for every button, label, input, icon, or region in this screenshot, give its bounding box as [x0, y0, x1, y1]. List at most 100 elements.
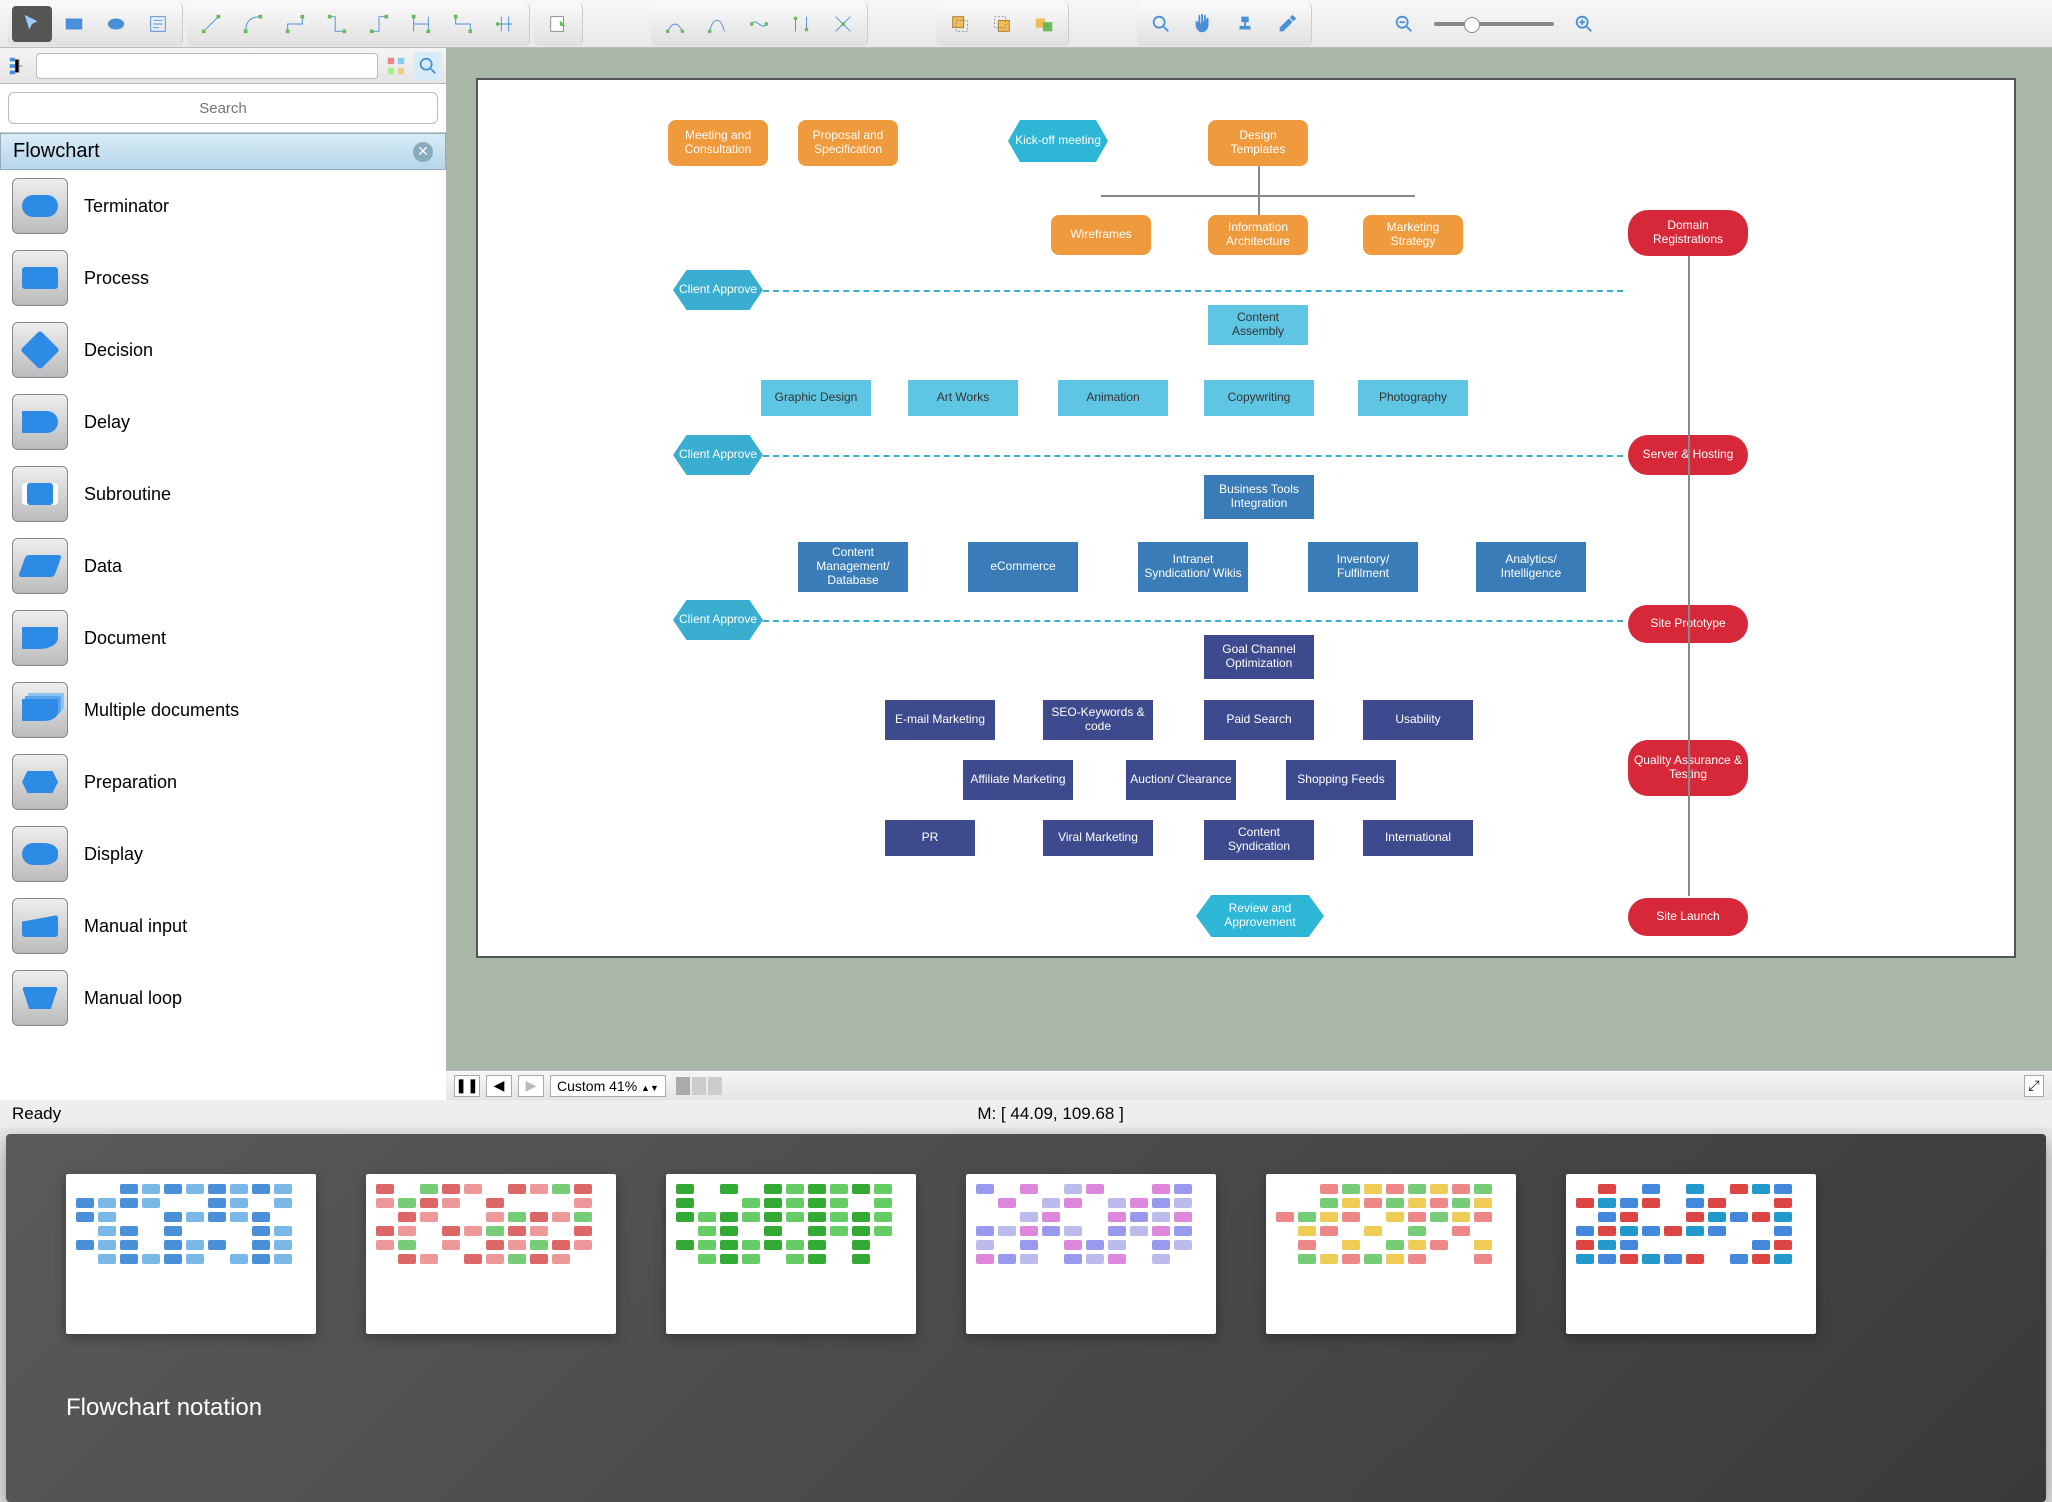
node-email[interactable]: E-mail Marketing: [885, 700, 995, 740]
shape-item-prep[interactable]: Preparation: [0, 746, 446, 818]
zoom-tool[interactable]: [1141, 6, 1181, 42]
prev-page-button[interactable]: ◀: [486, 1075, 512, 1097]
gallery-thumb-6[interactable]: [1566, 1174, 1816, 1334]
node-auction[interactable]: Auction/ Clearance: [1126, 760, 1236, 800]
node-design[interactable]: Design Templates: [1208, 120, 1308, 166]
gallery-thumb-2[interactable]: [366, 1174, 616, 1334]
node-biztools[interactable]: Business Tools Integration: [1204, 475, 1314, 519]
shape-item-decision[interactable]: Decision: [0, 314, 446, 386]
shape-label: Terminator: [84, 196, 169, 217]
node-animation[interactable]: Animation: [1058, 380, 1168, 416]
rectangle-tool[interactable]: [54, 6, 94, 42]
node-pr[interactable]: PR: [885, 820, 975, 856]
layer-group-tool[interactable]: [1024, 6, 1064, 42]
ellipse-tool[interactable]: [96, 6, 136, 42]
text-tool[interactable]: [138, 6, 178, 42]
node-ecom[interactable]: eCommerce: [968, 542, 1078, 592]
curve-tool-3[interactable]: [739, 6, 779, 42]
gallery-thumb-5[interactable]: [1266, 1174, 1516, 1334]
pointer-tool[interactable]: [12, 6, 52, 42]
pause-button[interactable]: ❚❚: [454, 1075, 480, 1097]
node-launch[interactable]: Site Launch: [1628, 898, 1748, 936]
node-domain[interactable]: Domain Registrations: [1628, 210, 1748, 256]
search-input[interactable]: [8, 92, 438, 124]
close-icon[interactable]: ✕: [413, 142, 433, 162]
gallery-thumb-4[interactable]: [966, 1174, 1216, 1334]
connector-tool-6[interactable]: [401, 6, 441, 42]
shape-item-multidoc[interactable]: Multiple documents: [0, 674, 446, 746]
node-seo[interactable]: SEO-Keywords & code: [1043, 700, 1153, 740]
gallery-thumb-1[interactable]: [66, 1174, 316, 1334]
node-artworks[interactable]: Art Works: [908, 380, 1018, 416]
connector-tool-2[interactable]: [233, 6, 273, 42]
tree-view-icon[interactable]: [4, 52, 32, 80]
shape-item-minput[interactable]: Manual input: [0, 890, 446, 962]
page-thumb[interactable]: [676, 1077, 690, 1095]
node-affiliate[interactable]: Affiliate Marketing: [963, 760, 1073, 800]
node-kickoff[interactable]: Kick-off meeting: [1008, 120, 1108, 162]
shape-item-document[interactable]: Document: [0, 602, 446, 674]
node-approve-2[interactable]: Client Approve: [673, 435, 763, 475]
align-tool-1[interactable]: [781, 6, 821, 42]
drawing-canvas[interactable]: Meeting and Consultation Proposal and Sp…: [476, 78, 2016, 958]
node-cms[interactable]: Content Management/ Database: [798, 542, 908, 592]
node-viral[interactable]: Viral Marketing: [1043, 820, 1153, 856]
shape-item-display[interactable]: Display: [0, 818, 446, 890]
node-approve-1[interactable]: Client Approve: [673, 270, 763, 310]
search-toggle-icon[interactable]: [414, 52, 442, 80]
pan-tool[interactable]: [1183, 6, 1223, 42]
zoom-in-button[interactable]: [1564, 6, 1604, 42]
connector-tool-3[interactable]: [275, 6, 315, 42]
shape-item-subroutine[interactable]: Subroutine: [0, 458, 446, 530]
connector-tool-7[interactable]: [443, 6, 483, 42]
zoom-slider[interactable]: [1434, 22, 1554, 26]
panel-filter-input[interactable]: [36, 53, 378, 79]
connector-tool-5[interactable]: [359, 6, 399, 42]
gallery-thumb-3[interactable]: [666, 1174, 916, 1334]
node-syndication[interactable]: Content Syndication: [1204, 820, 1314, 860]
shape-item-mloop[interactable]: Manual loop: [0, 962, 446, 1034]
node-wireframes[interactable]: Wireframes: [1051, 215, 1151, 255]
node-ia[interactable]: Information Architecture: [1208, 215, 1308, 255]
node-copy[interactable]: Copywriting: [1204, 380, 1314, 416]
node-approve-3[interactable]: Client Approve: [673, 600, 763, 640]
connector-tool-1[interactable]: [191, 6, 231, 42]
node-intranet[interactable]: Intranet Syndication/ Wikis: [1138, 542, 1248, 592]
node-marketing[interactable]: Marketing Strategy: [1363, 215, 1463, 255]
node-analytics[interactable]: Analytics/ Intelligence: [1476, 542, 1586, 592]
node-meeting[interactable]: Meeting and Consultation: [668, 120, 768, 166]
align-tool-2[interactable]: [823, 6, 863, 42]
node-review[interactable]: Review and Approvement: [1196, 895, 1324, 937]
layer-front-tool[interactable]: [940, 6, 980, 42]
next-page-button[interactable]: ▶: [518, 1075, 544, 1097]
node-content-assembly[interactable]: Content Assembly: [1208, 305, 1308, 345]
curve-tool-2[interactable]: [697, 6, 737, 42]
shape-item-process[interactable]: Process: [0, 242, 446, 314]
eyedropper-tool[interactable]: [1267, 6, 1307, 42]
section-header-flowchart[interactable]: Flowchart ✕: [0, 133, 446, 170]
node-goal[interactable]: Goal Channel Optimization: [1204, 635, 1314, 679]
node-paid[interactable]: Paid Search: [1204, 700, 1314, 740]
node-photo[interactable]: Photography: [1358, 380, 1468, 416]
shape-item-delay[interactable]: Delay: [0, 386, 446, 458]
layer-back-tool[interactable]: [982, 6, 1022, 42]
page-thumb[interactable]: [708, 1077, 722, 1095]
stamp-tool[interactable]: [1225, 6, 1265, 42]
node-proposal[interactable]: Proposal and Specification: [798, 120, 898, 166]
shape-item-data[interactable]: Data: [0, 530, 446, 602]
page-thumb[interactable]: [692, 1077, 706, 1095]
node-usability[interactable]: Usability: [1363, 700, 1473, 740]
connector-tool-8[interactable]: [485, 6, 525, 42]
connector-tool-4[interactable]: [317, 6, 357, 42]
node-inventory[interactable]: Inventory/ Fulfilment: [1308, 542, 1418, 592]
curve-tool-1[interactable]: [655, 6, 695, 42]
node-intl[interactable]: International: [1363, 820, 1473, 856]
zoom-out-button[interactable]: [1384, 6, 1424, 42]
node-shopping[interactable]: Shopping Feeds: [1286, 760, 1396, 800]
expand-icon[interactable]: ⤢: [2024, 1075, 2044, 1097]
insert-page-tool[interactable]: [538, 6, 578, 42]
zoom-combo[interactable]: Custom 41% ▲▼: [550, 1075, 666, 1097]
grid-view-icon[interactable]: [382, 52, 410, 80]
node-graphic[interactable]: Graphic Design: [761, 380, 871, 416]
shape-item-terminator[interactable]: Terminator: [0, 170, 446, 242]
